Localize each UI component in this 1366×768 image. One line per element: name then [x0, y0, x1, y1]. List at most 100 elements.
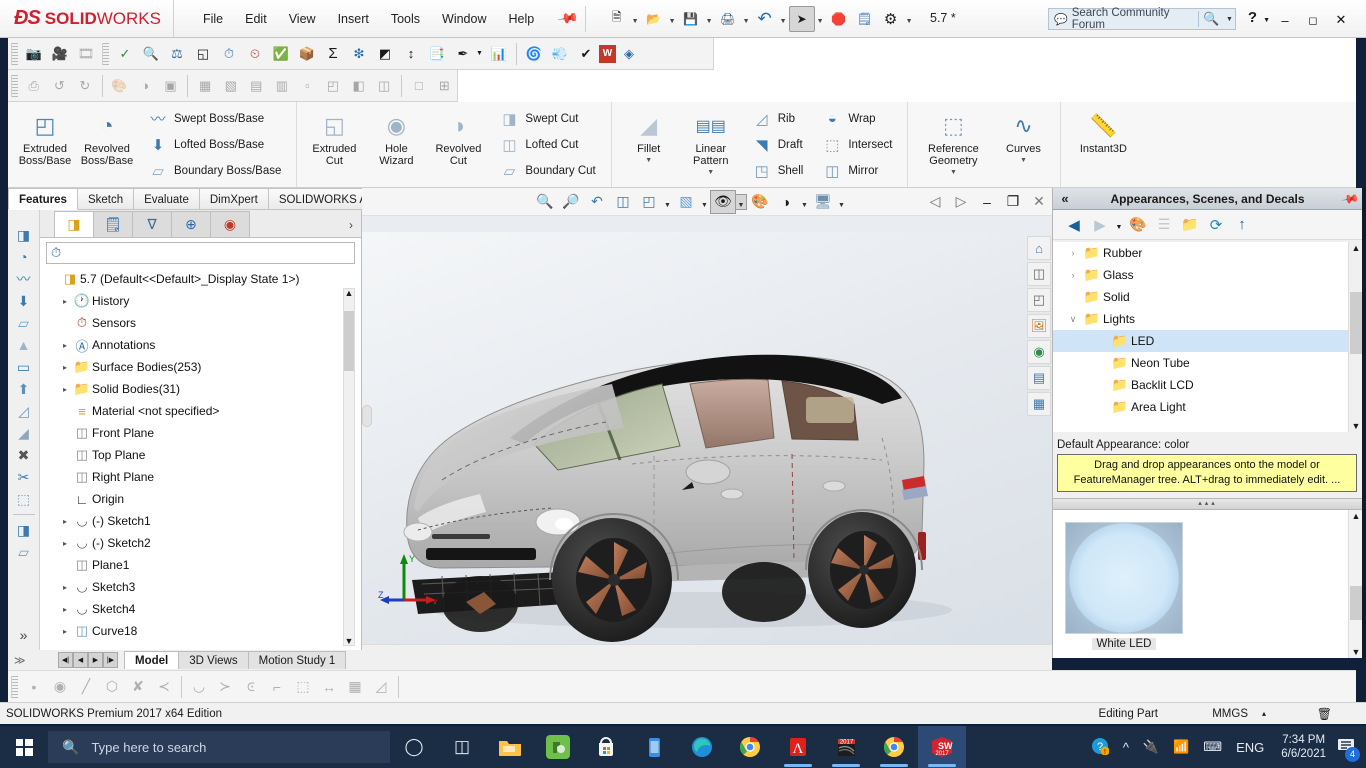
feature-tree-scroll-thumb[interactable] — [344, 311, 354, 371]
toolbar-grip-2[interactable] — [102, 42, 109, 65]
tree-item-sketch1[interactable]: ▸ ◡ (-) Sketch1 — [46, 510, 348, 532]
restore-right-icon[interactable]: ▷ — [948, 190, 974, 214]
section-view-icon[interactable]: ◫ — [610, 190, 636, 214]
fm-tab-expand-arrow[interactable]: › — [349, 218, 353, 232]
task-pane-pin-icon[interactable]: 📌 — [1336, 186, 1364, 211]
swept-cut-button[interactable]: ◨ Swept Cut — [493, 106, 600, 132]
boundary-boss-base-button[interactable]: ▱ Boundary Boss/Base — [142, 158, 286, 184]
tab-motion-study-1[interactable]: Motion Study 1 — [247, 651, 347, 669]
fm-tab-feature-tree[interactable]: ◨ — [54, 211, 94, 237]
open-document-button[interactable]: 📂 — [641, 6, 667, 32]
display-style-icon[interactable]: ▧ — [673, 190, 699, 214]
cortana-circle-icon[interactable]: ◯ — [390, 726, 438, 768]
draft-button[interactable]: ◥ Draft — [746, 132, 809, 158]
task-view-icon[interactable]: ◫ — [438, 726, 486, 768]
surface-offset-icon[interactable]: ⬆ — [10, 378, 38, 400]
decal-icon[interactable]: ▣ — [158, 73, 184, 99]
edit-appearance-icon[interactable]: 🎨 — [747, 190, 773, 214]
appearance-folder-solid[interactable]: 📁 Solid — [1053, 286, 1363, 308]
taskbar-search-input[interactable]: 🔍 Type here to search — [48, 731, 390, 763]
hide-show-items-caret[interactable]: ▼ — [736, 193, 747, 210]
swatch-scroll-up[interactable]: ▲ — [1349, 511, 1363, 521]
sketch3-expand-arrow[interactable]: ▸ — [58, 583, 72, 592]
refresh-icon[interactable]: ⟳ — [1203, 213, 1229, 237]
undo-button[interactable]: ↶ — [752, 6, 778, 32]
apply-scene-caret[interactable]: ▼ — [799, 195, 810, 209]
section-properties-icon[interactable]: ◱ — [190, 41, 216, 67]
view-front-icon[interactable]: ◰ — [1027, 288, 1051, 312]
circle-icon[interactable]: ◉ — [47, 675, 73, 699]
print-document-caret[interactable]: ▼ — [741, 6, 752, 32]
doc-restore-icon[interactable]: ❐ — [1000, 190, 1026, 214]
instant3d-button[interactable]: 📏 Instant3D — [1067, 102, 1139, 187]
help-caret[interactable]: ▼ — [1263, 17, 1270, 24]
surface-bodies-expand-arrow[interactable]: ▸ — [58, 363, 72, 372]
linear-pattern-dropdown-caret[interactable]: ▼ — [707, 169, 714, 176]
curves-button[interactable]: ∿ Curves ▼ — [992, 102, 1054, 187]
apply-scene-icon[interactable]: ◑ — [773, 190, 799, 214]
battery-icon[interactable]: 🔌 — [1136, 739, 1166, 755]
appearances-scroll-up[interactable]: ▲ — [1349, 243, 1363, 253]
appearance-folder-rubber[interactable]: › 📁 Rubber — [1053, 242, 1363, 264]
new-document-button[interactable]: 🗎 — [604, 6, 630, 32]
measure-icon[interactable]: 🔍 — [138, 41, 164, 67]
tree-item-sensors[interactable]: ⏱ Sensors — [46, 312, 348, 334]
edit-appearance-icon[interactable]: 🎨 — [1125, 213, 1151, 237]
action-center-icon[interactable]: 4 — [1336, 737, 1360, 762]
compare-documents-icon[interactable]: 📑 — [424, 41, 450, 67]
status-units-caret[interactable]: ▴ — [1262, 709, 1266, 718]
rebuild-button[interactable]: 🛑 — [826, 6, 852, 32]
feature-tree-scroll-down[interactable]: ▼ — [344, 636, 354, 646]
feature-tree-scrollbar[interactable]: ▲ ▼ — [343, 288, 355, 646]
feature-tree-filter-input[interactable]: ⏱ — [46, 242, 355, 264]
arc-icon[interactable]: ◡ — [186, 675, 212, 699]
view-orientation-cube-icon[interactable]: ◫ — [1027, 262, 1051, 286]
appearance-folder-area-light[interactable]: 📁 Area Light — [1053, 396, 1363, 418]
new-document-caret[interactable]: ▼ — [630, 6, 641, 32]
view-orientation-caret[interactable]: ▼ — [662, 195, 673, 209]
mirror-entities-icon[interactable]: ≻ — [212, 675, 238, 699]
display-pane-icon[interactable]: □ — [406, 73, 432, 99]
microsoft-store-icon[interactable] — [582, 726, 630, 768]
shadows-icon[interactable]: ◧ — [346, 73, 372, 99]
sketch1-expand-arrow[interactable]: ▸ — [58, 517, 72, 526]
revolved-cut-button[interactable]: ◑ Revolved Cut — [427, 102, 489, 187]
help-notification-icon[interactable]: ?! — [1084, 737, 1116, 758]
tree-root-part[interactable]: ◨ 5.7 (Default<<Default>_Display State 1… — [46, 268, 348, 290]
planar-surface-icon[interactable]: ▭ — [10, 356, 38, 378]
boundary-cut-button[interactable]: ▱ Boundary Cut — [493, 158, 600, 184]
appearances-tree-scrollbar[interactable]: ▲ ▼ — [1348, 242, 1362, 432]
view-settings-caret[interactable]: ▼ — [836, 195, 847, 209]
curve18-expand-arrow[interactable]: ▸ — [58, 627, 72, 636]
history-dropdown-caret[interactable]: ▼ — [1113, 218, 1125, 231]
evernote-icon[interactable] — [534, 726, 582, 768]
mirror-button[interactable]: ◫ Mirror — [816, 158, 897, 184]
surface-extend-icon[interactable]: ◨ — [10, 519, 38, 541]
tree-item-right-plane[interactable]: ◫ Right Plane — [46, 466, 348, 488]
swatch-scroll-thumb[interactable] — [1350, 586, 1362, 620]
community-search-box[interactable]: 💬 Search Community Forum 🔍 ▼ — [1048, 7, 1236, 31]
tab-nav-last[interactable]: |▶ — [103, 652, 118, 668]
appearances-scroll-down[interactable]: ▼ — [1349, 421, 1363, 431]
draft-quality-icon[interactable]: ▫ — [295, 73, 321, 99]
corner-rectangle-icon[interactable]: ⌐ — [264, 675, 290, 699]
previous-view-icon[interactable]: ↶ — [584, 190, 610, 214]
line-icon[interactable]: ╱ — [73, 675, 99, 699]
solidworks-2017-docs-icon[interactable]: 2017 — [822, 726, 870, 768]
scene-icon[interactable]: ◑ — [132, 73, 158, 99]
surface-extrude-icon[interactable]: ◨ — [10, 224, 38, 246]
sustainability-icon[interactable]: ✔ — [573, 41, 599, 67]
language-indicator[interactable]: ENG — [1229, 740, 1271, 755]
surface-untrim-icon[interactable]: ⬚ — [10, 488, 38, 510]
show-hidden-icons-chevron[interactable]: ^ — [1116, 740, 1136, 755]
surface-boundary-icon[interactable]: ▱ — [10, 312, 38, 334]
pin-menu-icon[interactable]: 📌 — [556, 7, 579, 31]
point-icon[interactable]: • — [21, 675, 47, 699]
zoom-to-area-icon[interactable]: 🔎 — [558, 190, 584, 214]
fm-tab-configuration-manager[interactable]: ∇ — [132, 211, 172, 237]
undo-caret[interactable]: ▼ — [778, 6, 789, 32]
view-home-icon[interactable]: ⌂ — [1027, 236, 1051, 260]
vw-id3-car-model[interactable] — [362, 232, 1052, 658]
performance-evaluation-icon[interactable]: ⏲ — [242, 41, 268, 67]
tree-item-front-plane[interactable]: ◫ Front Plane — [46, 422, 348, 444]
